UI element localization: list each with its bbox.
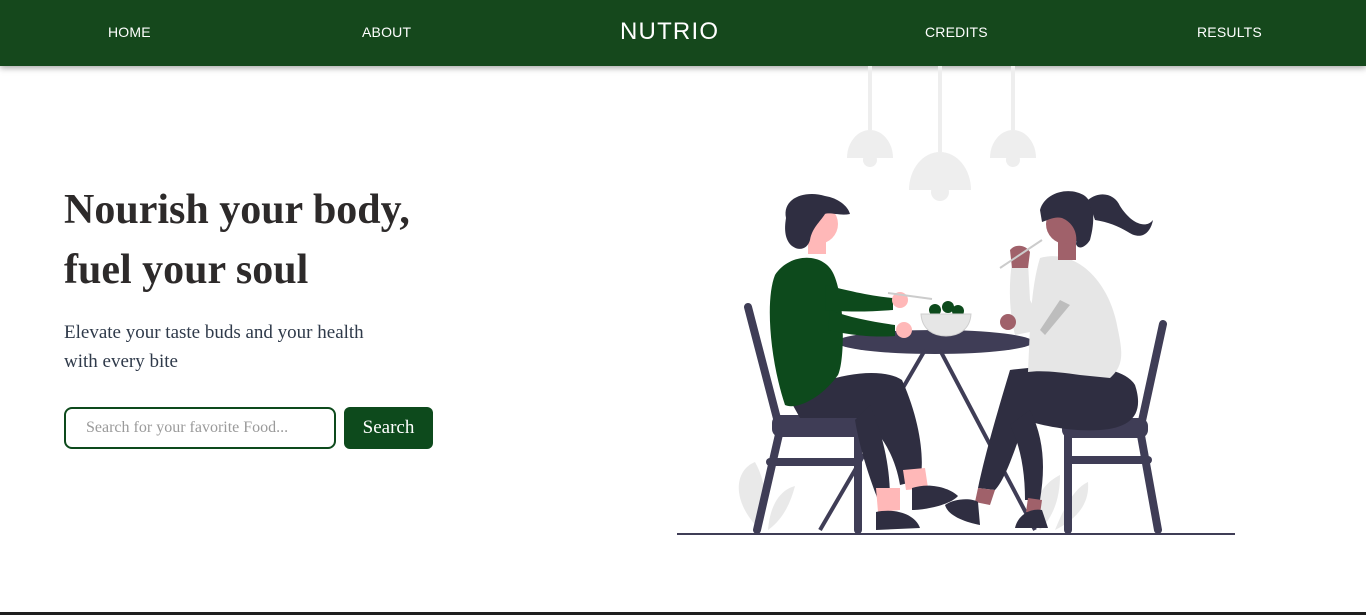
nav-credits-link[interactable]: CREDITS — [925, 24, 988, 40]
search-button[interactable]: Search — [344, 407, 433, 449]
woman-figure — [945, 191, 1153, 528]
hero-title-line-2: fuel your soul — [64, 247, 309, 293]
food-search-input[interactable] — [64, 407, 336, 449]
nav-results-link[interactable]: RESULTS — [1197, 24, 1262, 40]
couple-eating-illustration — [677, 66, 1235, 535]
pendant-lamp-icon — [847, 66, 1036, 201]
top-navbar: HOME ABOUT NUTRIO CREDITS RESULTS — [0, 0, 1366, 66]
hero-title: Nourish your body, fuel your soul — [64, 180, 410, 300]
nav-about-link[interactable]: ABOUT — [362, 24, 411, 40]
brand-logo-text[interactable]: NUTRIO — [620, 18, 719, 46]
hero-subtitle: Elevate your taste buds and your health … — [64, 322, 364, 372]
man-figure — [769, 194, 958, 530]
salad-bowl-icon — [920, 301, 972, 337]
nav-home-link[interactable]: HOME — [108, 24, 151, 40]
hero-title-line-1: Nourish your body, — [64, 187, 410, 233]
